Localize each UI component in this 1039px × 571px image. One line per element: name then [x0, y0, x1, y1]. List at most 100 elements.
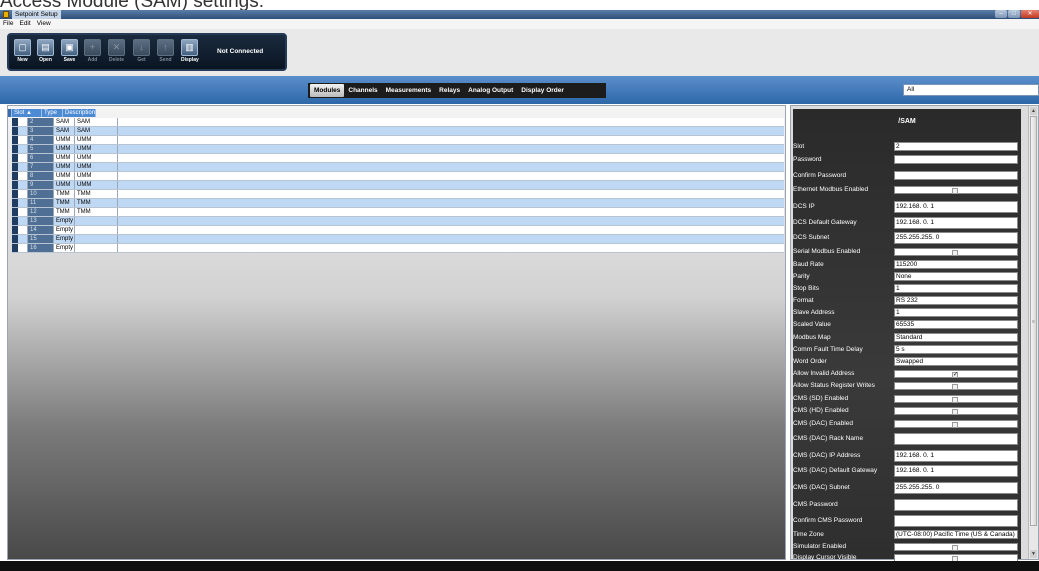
tab-modules[interactable]: Modules	[310, 84, 345, 97]
property-checkbox-cell[interactable]	[894, 382, 1018, 390]
row-selector[interactable]	[12, 244, 28, 252]
table-row[interactable]: 5 UMM UMM	[12, 145, 784, 154]
minimize-button[interactable]: –	[995, 10, 1007, 18]
tab-display-order[interactable]: Display Order	[517, 84, 568, 97]
property-value-word-order[interactable]: Swapped	[894, 357, 1018, 366]
table-row[interactable]: 11 TMM TMM	[12, 199, 784, 208]
row-selector[interactable]	[12, 154, 28, 162]
row-selector[interactable]	[12, 208, 28, 216]
table-row[interactable]: 13 Empty	[12, 217, 784, 226]
scroll-up-icon[interactable]: ▲	[1030, 107, 1037, 115]
row-selector[interactable]	[12, 190, 28, 198]
column-slot[interactable]: Slot ▲	[12, 109, 42, 117]
checkbox-icon[interactable]	[952, 409, 958, 415]
property-checkbox-cell[interactable]	[894, 248, 1018, 256]
row-selector[interactable]	[12, 217, 28, 225]
property-checkbox-cell[interactable]	[894, 186, 1018, 194]
property-value-modbus-map[interactable]: Standard	[894, 333, 1018, 342]
maximize-button[interactable]: □	[1008, 10, 1020, 18]
property-value-password[interactable]	[894, 155, 1018, 164]
property-value-dcs-ip[interactable]: 192.168. 0. 1	[894, 201, 1018, 213]
toolbar-new-button[interactable]: ▢ New	[14, 39, 31, 65]
property-checkbox-cell[interactable]	[894, 543, 1018, 551]
cell-type: UMM	[54, 145, 75, 153]
table-row[interactable]: 3 SAM SAM	[12, 127, 784, 136]
property-value-format[interactable]: RS 232	[894, 296, 1018, 305]
toolbar-send-button[interactable]: ↑ Send	[157, 39, 174, 65]
close-button[interactable]: ✕	[1021, 10, 1039, 18]
property-value-slave-address[interactable]: 1	[894, 308, 1018, 317]
tab-channels[interactable]: Channels	[344, 84, 381, 97]
row-selector[interactable]	[12, 199, 28, 207]
table-row[interactable]: 15 Empty	[12, 235, 784, 244]
table-row[interactable]: 9 UMM UMM	[12, 181, 784, 190]
property-checkbox-cell[interactable]	[894, 407, 1018, 415]
checkbox-icon[interactable]	[952, 188, 958, 194]
property-value-cms-dac-rack-name[interactable]	[894, 433, 1018, 445]
toolbar-add-button[interactable]: + Add	[84, 39, 101, 65]
menu-edit[interactable]: Edit	[16, 19, 33, 29]
row-selector[interactable]	[12, 145, 28, 153]
scroll-thumb[interactable]: ≡	[1030, 116, 1037, 526]
scroll-down-icon[interactable]: ▼	[1030, 550, 1037, 558]
toolbar-delete-button[interactable]: ✕ Delete	[108, 39, 125, 65]
property-checkbox-cell[interactable]	[894, 395, 1018, 403]
checkbox-checked-icon[interactable]: ✓	[952, 372, 958, 378]
table-row[interactable]: 7 UMM UMM	[12, 163, 784, 172]
property-value-scaled-value[interactable]: 65535	[894, 320, 1018, 329]
property-value-cms-dac-subnet[interactable]: 255.255.255. 0	[894, 482, 1018, 494]
row-selector[interactable]	[12, 136, 28, 144]
property-value-parity[interactable]: None	[894, 272, 1018, 281]
property-value-confirm-cms-password[interactable]	[894, 515, 1018, 527]
row-selector[interactable]	[12, 172, 28, 180]
table-row[interactable]: 10 TMM TMM	[12, 190, 784, 199]
toolbar-save-button[interactable]: ▣ Save	[61, 39, 78, 65]
checkbox-icon[interactable]	[952, 384, 958, 390]
tab-analog-output[interactable]: Analog Output	[464, 84, 517, 97]
property-checkbox-cell[interactable]	[894, 420, 1018, 428]
row-selector[interactable]	[12, 163, 28, 171]
property-value-cms-dac-default-gateway[interactable]: 192.168. 0. 1	[894, 465, 1018, 477]
table-row[interactable]: 2 SAM SAM	[12, 118, 784, 127]
column-description[interactable]: Description	[63, 109, 96, 117]
property-value-time-zone[interactable]: (UTC-08:00) Pacific Time (US & Canada)	[894, 530, 1018, 539]
checkbox-icon[interactable]	[952, 397, 958, 403]
row-filler	[118, 244, 784, 252]
row-selector[interactable]	[12, 235, 28, 243]
checkbox-icon[interactable]	[952, 422, 958, 428]
checkbox-icon[interactable]	[952, 250, 958, 256]
property-value-slot[interactable]: 2	[894, 142, 1018, 151]
property-scrollbar[interactable]: ▲ ≡ ▼	[1028, 106, 1038, 559]
checkbox-icon[interactable]	[952, 545, 958, 551]
row-selector[interactable]	[12, 226, 28, 234]
property-value-comm-fault-time-delay[interactable]: 5 s	[894, 345, 1018, 354]
row-selector[interactable]	[12, 127, 28, 135]
property-value-confirm-password[interactable]	[894, 171, 1018, 180]
table-row[interactable]: 12 TMM TMM	[12, 208, 784, 217]
menu-file[interactable]: File	[0, 19, 16, 29]
property-value-stop-bits[interactable]: 1	[894, 284, 1018, 293]
cell-description: UMM	[75, 136, 118, 144]
table-row[interactable]: 14 Empty	[12, 226, 784, 235]
table-row[interactable]: 8 UMM UMM	[12, 172, 784, 181]
property-value-dcs-default-gateway[interactable]: 192.168. 0. 1	[894, 217, 1018, 229]
toolbar-display-button[interactable]: ▥ Display	[181, 39, 199, 65]
table-row[interactable]: 16 Empty	[12, 244, 784, 253]
property-value-baud-rate[interactable]: 115200	[894, 260, 1018, 269]
row-selector[interactable]	[12, 181, 28, 189]
tab-measurements[interactable]: Measurements	[382, 84, 436, 97]
property-row-slot: Slot 2	[793, 142, 1019, 151]
property-value-dcs-subnet[interactable]: 255.255.255. 0	[894, 232, 1018, 244]
property-value-cms-dac-ip-address[interactable]: 192.168. 0. 1	[894, 450, 1018, 462]
column-type[interactable]: Type	[42, 109, 63, 117]
property-checkbox-cell[interactable]: ✓	[894, 370, 1018, 378]
table-row[interactable]: 6 UMM UMM	[12, 154, 784, 163]
filter-dropdown[interactable]: All	[903, 84, 1039, 96]
property-value-cms-password[interactable]	[894, 499, 1018, 511]
toolbar-open-button[interactable]: ▤ Open	[37, 39, 54, 65]
table-row[interactable]: 4 UMM UMM	[12, 136, 784, 145]
tab-relays[interactable]: Relays	[435, 84, 464, 97]
row-selector[interactable]	[12, 118, 28, 126]
toolbar-get-button[interactable]: ↓ Get	[133, 39, 150, 65]
menu-view[interactable]: View	[34, 19, 54, 29]
